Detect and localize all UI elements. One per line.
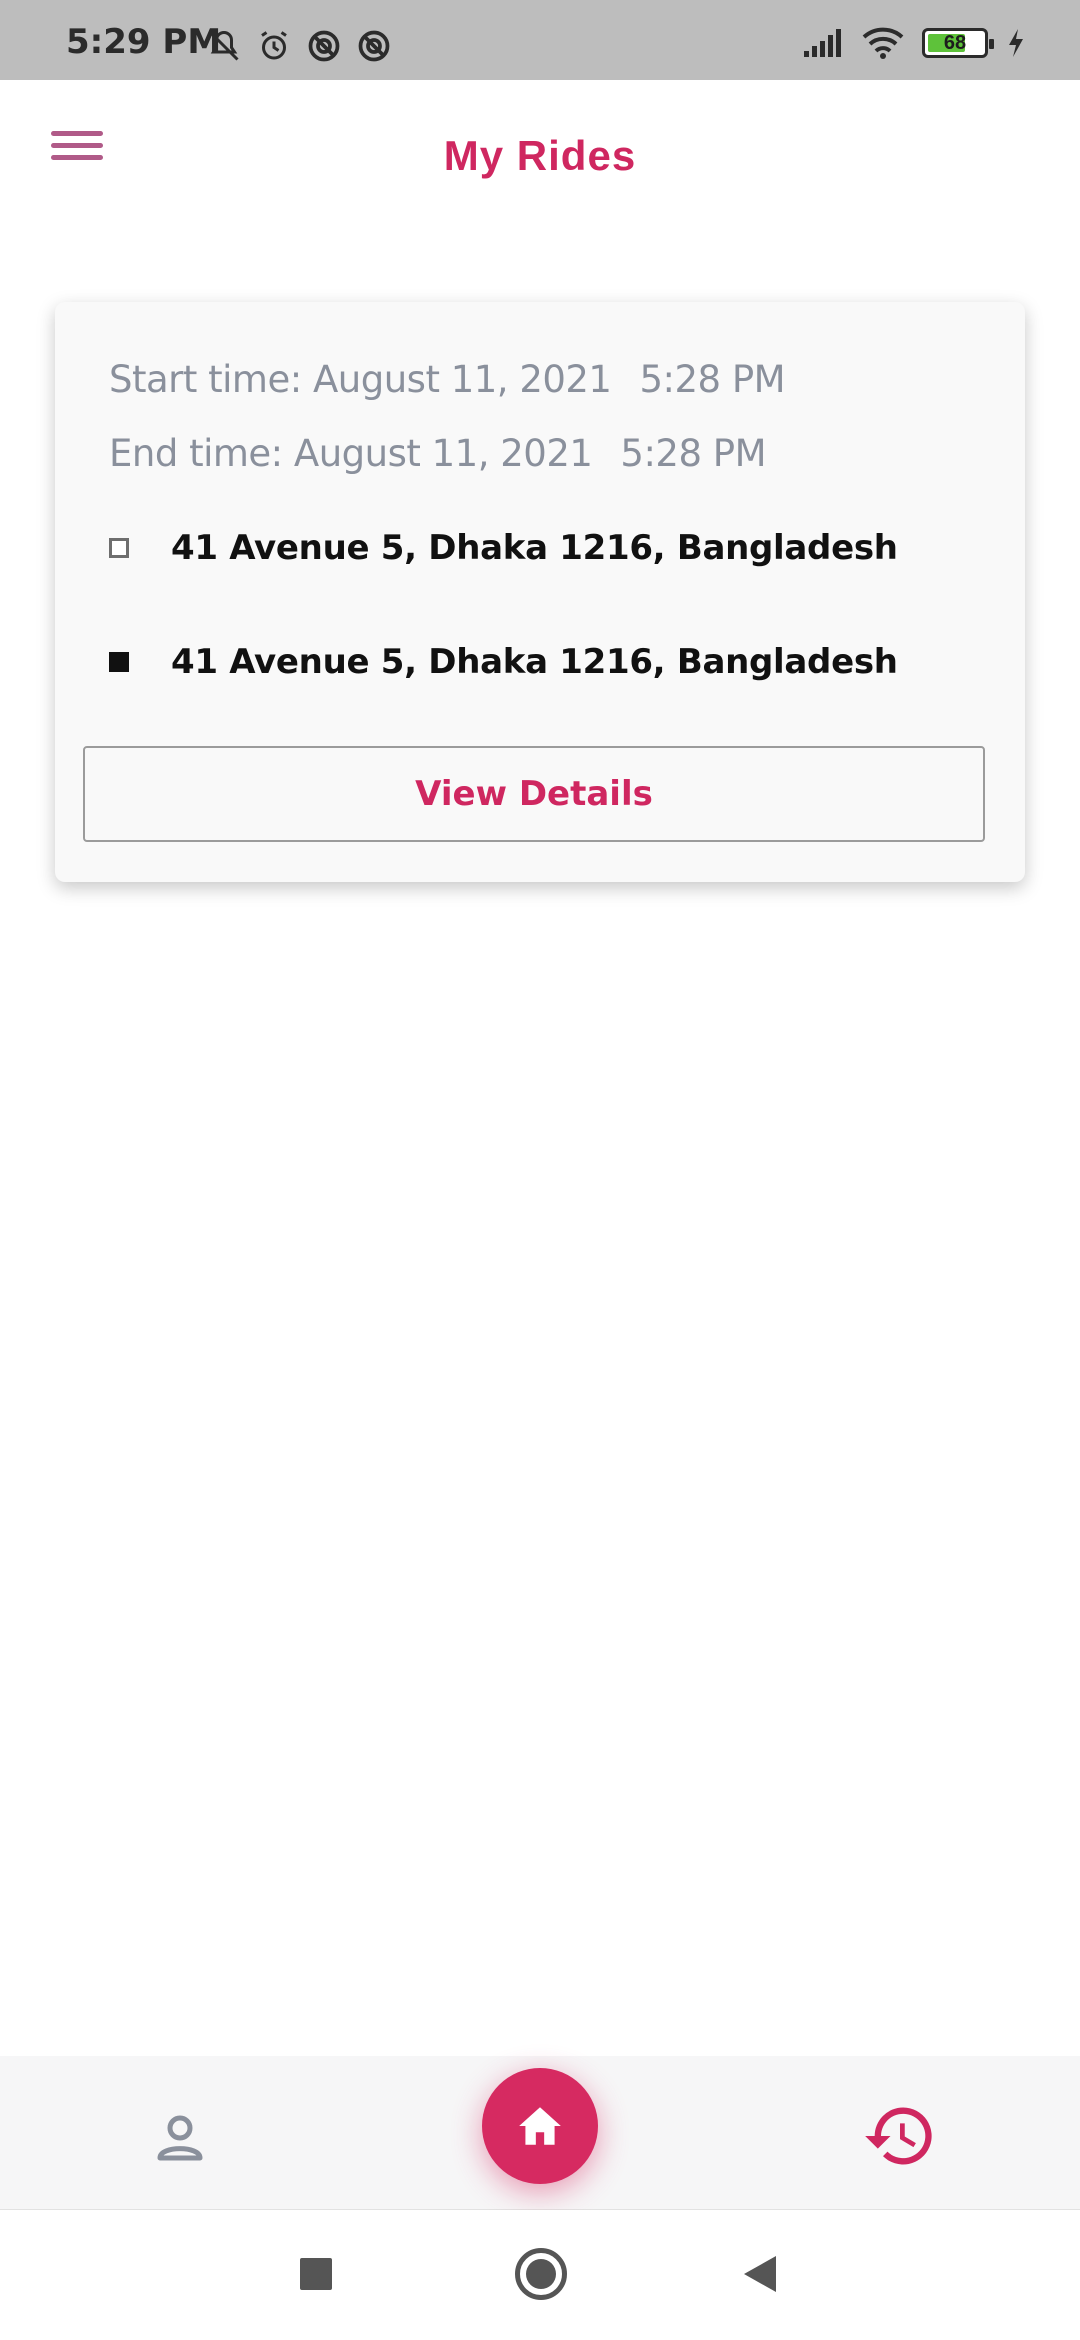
status-bar: 5:29 PM 68 [0,0,1080,80]
charging-icon [1009,29,1023,57]
start-time-label: Start time: August 11, 2021 [109,358,612,401]
bottom-nav [0,2056,1080,2210]
pickup-address: 41 Avenue 5, Dhaka 1216, Bangladesh [171,528,898,568]
signal-icon [804,29,841,57]
system-nav-bar [0,2210,1080,2340]
end-time-label: End time: August 11, 2021 [109,432,593,475]
dropoff-marker-icon [109,652,129,672]
end-time-value: 5:28 PM [620,432,766,475]
end-time: End time: August 11, 2021 5:28 PM [109,432,766,475]
status-time: 5:29 PM [66,22,222,62]
status-icons-left [206,28,392,64]
wifi-icon [862,27,904,59]
profile-icon[interactable] [150,2108,210,2168]
dropoff-address: 41 Avenue 5, Dhaka 1216, Bangladesh [171,642,898,682]
mute-icon [209,30,239,61]
page-title: My Rides [443,132,637,179]
home-icon [519,2107,561,2145]
vpn-icon [308,30,340,62]
history-icon[interactable] [862,2098,938,2174]
home-button[interactable] [482,2068,598,2184]
status-icons-right: 68 [802,26,1026,60]
battery-level: 68 [943,32,967,54]
battery-icon: 68 [922,28,994,58]
start-time-value: 5:28 PM [639,358,786,401]
start-time: Start time: August 11, 2021 5:28 PM [109,358,786,401]
dropoff-location: 41 Avenue 5, Dhaka 1216, Bangladesh [109,642,898,682]
vpn-icon [358,30,390,62]
app-bar: My Rides [0,80,1080,230]
pickup-marker-icon [109,538,129,558]
alarm-icon [261,31,287,60]
pickup-location: 41 Avenue 5, Dhaka 1216, Bangladesh [109,528,898,568]
recent-apps-icon[interactable] [300,2258,332,2290]
ride-card: Start time: August 11, 2021 5:28 PM End t… [55,302,1025,882]
back-icon[interactable] [744,2256,776,2292]
view-details-button[interactable]: View Details [83,746,985,842]
system-home-icon[interactable] [515,2248,567,2300]
